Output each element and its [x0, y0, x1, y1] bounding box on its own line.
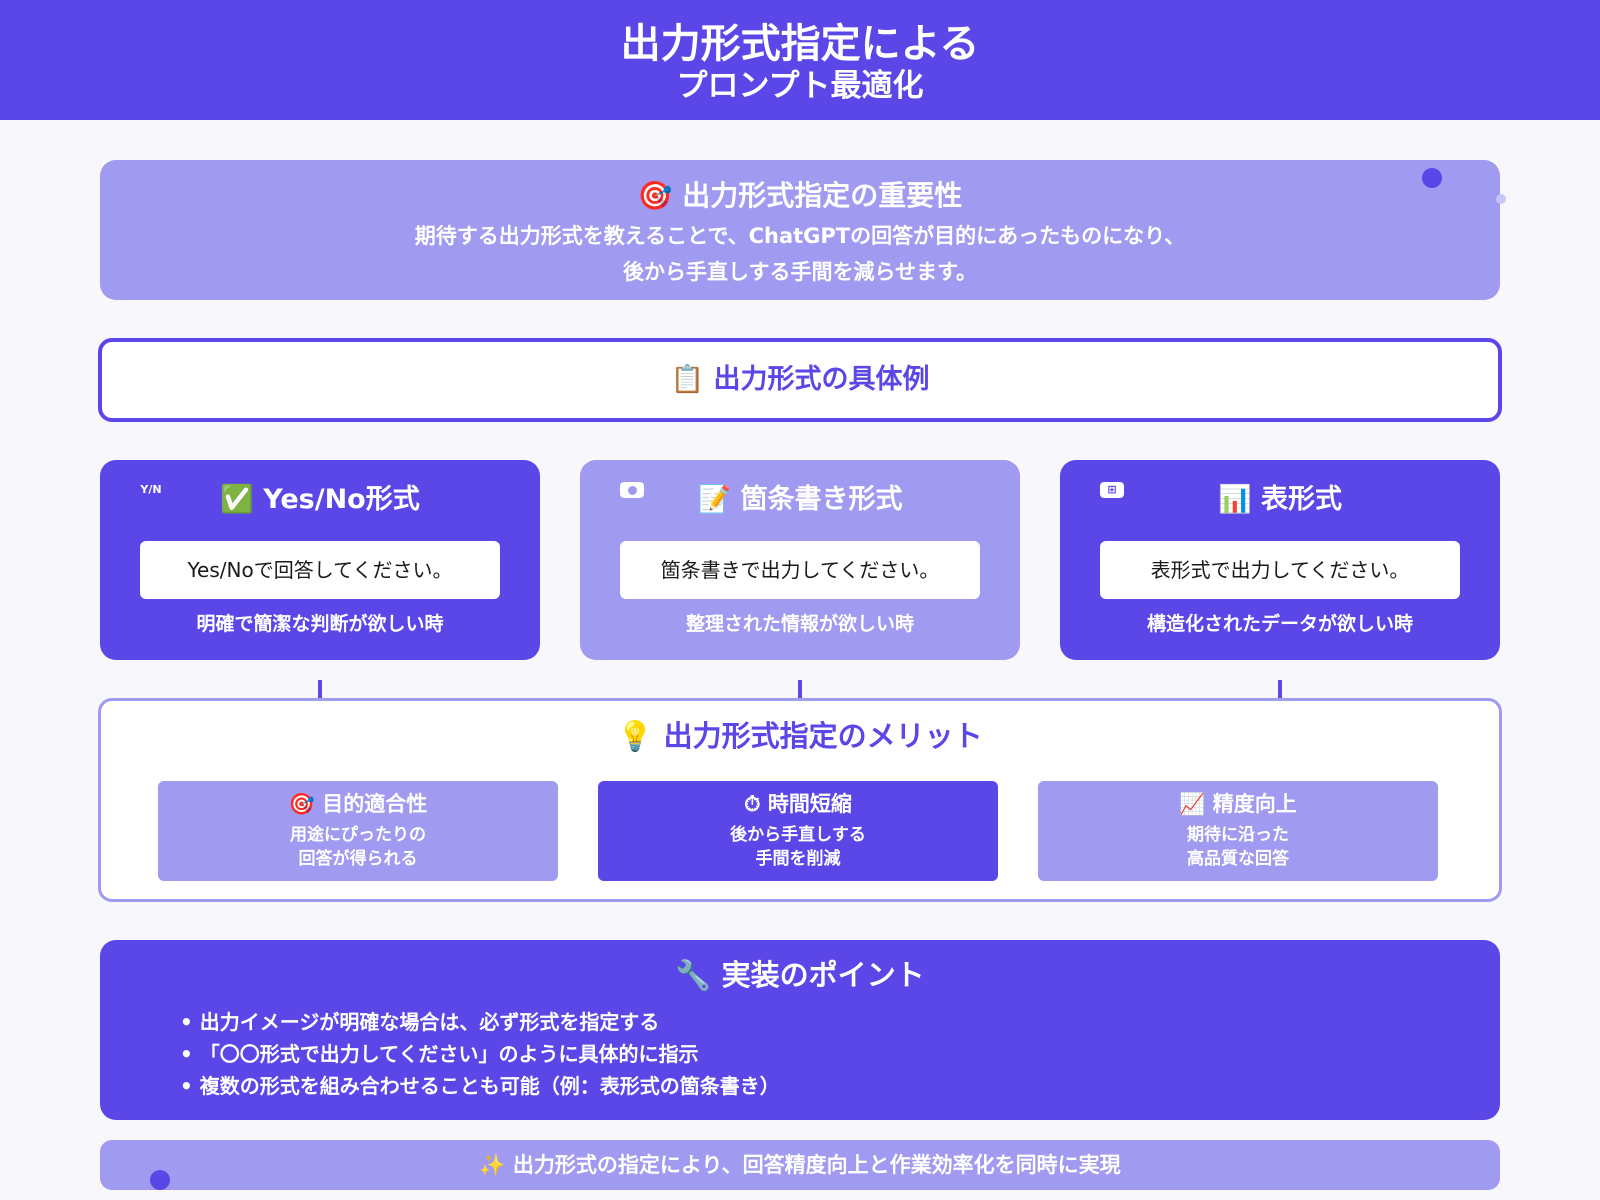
implementation-point: 複数の形式を組み合わせることも可能（例：表形式の箇条書き） — [180, 1070, 780, 1102]
connector-line — [1278, 680, 1282, 700]
format-card-title: 📝 箇条書き形式 — [697, 484, 903, 515]
merit-card-time: ⏱ 時間短縮 後から手直しする 手間を削減 — [598, 781, 998, 881]
format-card-bullets: 📝 箇条書き形式 箇条書きで出力してください。 整理された情報が欲しい時 — [580, 460, 1020, 660]
examples-heading: 📋 出力形式の具体例 — [98, 338, 1502, 422]
implementation-point: 出力イメージが明確な場合は、必ず形式を指定する — [180, 1006, 780, 1038]
page-header: 出力形式指定による プロンプト最適化 — [0, 0, 1600, 120]
decorative-dot — [150, 1170, 170, 1190]
importance-desc-line2: 後から手直しする手間を減らせます。 — [622, 260, 978, 284]
merit-desc-line: 用途にぴったりの — [290, 825, 426, 845]
merit-card-accuracy: 📈 精度向上 期待に沿った 高品質な回答 — [1038, 781, 1438, 881]
merit-desc-line: 後から手直しする — [730, 825, 866, 845]
importance-desc-line1: 期待する出力形式を教えることで、ChatGPTの回答が目的にあったものになり、 — [414, 224, 1186, 248]
format-card-table: ⊞ 📊 表形式 表形式で出力してください。 構造化されたデータが欲しい時 — [1060, 460, 1500, 660]
merits-title: 💡 出力形式指定のメリット — [617, 719, 983, 753]
merits-box: 💡 出力形式指定のメリット 🎯 目的適合性 用途にぴったりの 回答が得られる ⏱… — [98, 698, 1502, 902]
decorative-dot — [1496, 194, 1506, 204]
merit-description: 用途にぴったりの 回答が得られる — [158, 823, 558, 871]
merit-desc-line: 期待に沿った — [1187, 825, 1289, 845]
importance-description: 期待する出力形式を教えることで、ChatGPTの回答が目的にあったものになり、 … — [100, 218, 1500, 290]
merit-card-purpose: 🎯 目的適合性 用途にぴったりの 回答が得られる — [158, 781, 558, 881]
merit-description: 期待に沿った 高品質な回答 — [1038, 823, 1438, 871]
implementation-point: 「〇〇形式で出力してください」のように具体的に指示 — [180, 1038, 780, 1070]
format-card-example: 表形式で出力してください。 — [1100, 541, 1460, 599]
format-card-example: Yes/Noで回答してください。 — [140, 541, 500, 599]
merit-desc-line: 高品質な回答 — [1187, 849, 1289, 869]
page-title: 出力形式指定による — [620, 21, 980, 67]
format-card-use: 整理された情報が欲しい時 — [685, 613, 914, 635]
implementation-title: 🔧 実装のポイント — [675, 958, 925, 992]
merit-desc-line: 手間を削減 — [755, 849, 841, 869]
format-card-example: 箇条書きで出力してください。 — [620, 541, 980, 599]
importance-title: 🎯 出力形式指定の重要性 — [637, 179, 963, 212]
merit-desc-line: 回答が得られる — [298, 849, 418, 869]
merit-title: 🎯 目的適合性 — [288, 792, 428, 816]
format-card-title: ✅ Yes/No形式 — [220, 484, 420, 515]
merit-title: 📈 精度向上 — [1179, 792, 1297, 816]
merit-description: 後から手直しする 手間を削減 — [598, 823, 998, 871]
footer-banner: ✨ 出力形式の指定により、回答精度向上と作業効率化を同時に実現 — [100, 1140, 1500, 1190]
format-card-yes-no: Y/N ✅ Yes/No形式 Yes/Noで回答してください。 明確で簡潔な判断… — [100, 460, 540, 660]
implementation-list: 出力イメージが明確な場合は、必ず形式を指定する 「〇〇形式で出力してください」の… — [180, 1006, 780, 1102]
implementation-box: 🔧 実装のポイント 出力イメージが明確な場合は、必ず形式を指定する 「〇〇形式で… — [100, 940, 1500, 1120]
connector-line — [798, 680, 802, 700]
decorative-dot — [1422, 168, 1442, 188]
connector-line — [318, 680, 322, 700]
importance-box: 🎯 出力形式指定の重要性 期待する出力形式を教えることで、ChatGPTの回答が… — [100, 160, 1506, 300]
merit-title: ⏱ 時間短縮 — [744, 792, 852, 816]
format-card-title: 📊 表形式 — [1217, 484, 1343, 515]
footer-text: ✨ 出力形式の指定により、回答精度向上と作業効率化を同時に実現 — [479, 1153, 1121, 1177]
page-subtitle: プロンプト最適化 — [676, 68, 924, 104]
format-card-use: 明確で簡潔な判断が欲しい時 — [196, 613, 444, 635]
format-card-use: 構造化されたデータが欲しい時 — [1146, 613, 1413, 635]
